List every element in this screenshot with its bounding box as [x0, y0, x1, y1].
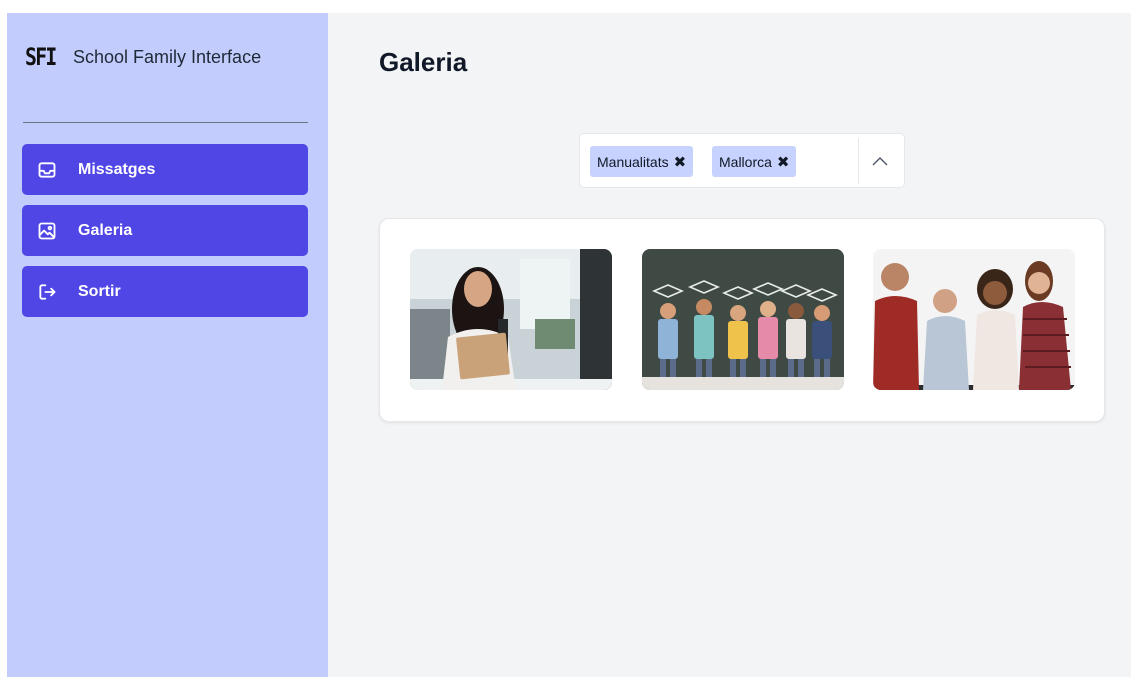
- gallery-image[interactable]: [642, 249, 844, 390]
- logout-icon: [36, 281, 58, 303]
- sidebar-item-missatges[interactable]: Missatges: [22, 144, 308, 195]
- page-title: Galeria: [379, 47, 468, 77]
- sidebar: SFI School Family Interface Missatges Ga…: [7, 13, 328, 677]
- sidebar-divider: [23, 122, 308, 123]
- chevron-up-icon[interactable]: [865, 148, 895, 174]
- gallery-card: [379, 218, 1105, 422]
- main-content: Galeria Manualitats ✖ Mallorca ✖: [328, 13, 1131, 677]
- close-icon[interactable]: ✖: [777, 153, 790, 171]
- chip-label: Manualitats: [597, 153, 669, 170]
- inbox-icon: [36, 159, 58, 181]
- brand-logo: SFI: [25, 43, 57, 71]
- tag-filter-select[interactable]: Manualitats ✖ Mallorca ✖: [579, 133, 905, 188]
- sidebar-item-label: Missatges: [78, 160, 156, 178]
- close-icon[interactable]: ✖: [674, 153, 687, 171]
- image-icon: [36, 220, 58, 242]
- gallery-image[interactable]: [410, 249, 612, 390]
- app-root: SFI School Family Interface Missatges Ga…: [7, 13, 1131, 677]
- gallery-image[interactable]: [873, 249, 1075, 390]
- filter-chip: Manualitats ✖: [590, 146, 694, 177]
- filter-divider: [858, 138, 859, 184]
- sidebar-item-galeria[interactable]: Galeria: [22, 205, 308, 256]
- sidebar-item-label: Galeria: [78, 221, 133, 239]
- sidebar-item-label: Sortir: [78, 282, 121, 300]
- chip-label: Mallorca: [719, 153, 772, 170]
- filter-chip: Mallorca ✖: [712, 146, 797, 177]
- brand-name: School Family Interface: [73, 46, 262, 67]
- brand: SFI School Family Interface: [25, 41, 261, 73]
- sidebar-item-sortir[interactable]: Sortir: [22, 266, 308, 317]
